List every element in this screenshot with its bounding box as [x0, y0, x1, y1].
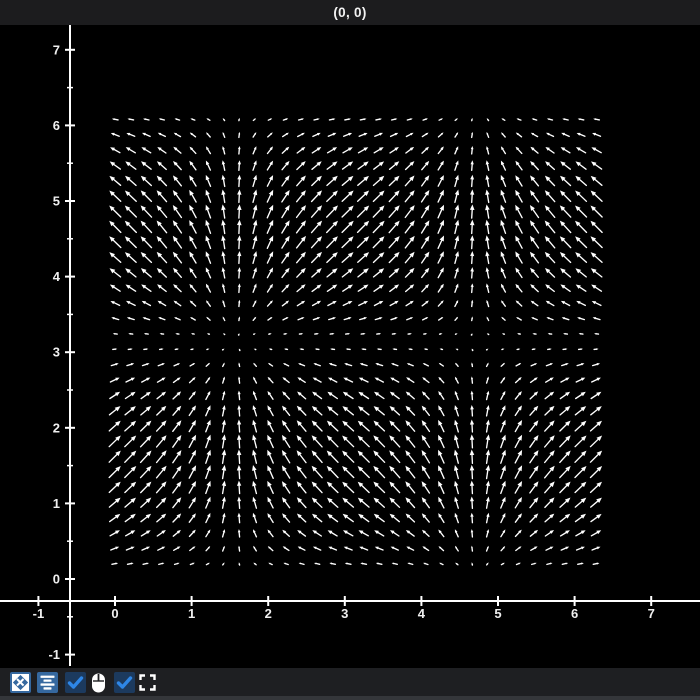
align-center-lines-icon	[37, 672, 58, 693]
svg-text:2: 2	[265, 606, 272, 621]
fullscreen-button[interactable]	[137, 672, 158, 693]
checkmark-icon	[65, 672, 86, 693]
toggle-checkbox-2[interactable]	[114, 671, 135, 693]
svg-text:-1: -1	[48, 647, 60, 662]
svg-text:3: 3	[53, 345, 60, 360]
bottom-strip	[0, 696, 700, 700]
mouse-icon	[88, 672, 109, 693]
mouse-mode-button[interactable]	[88, 672, 109, 693]
svg-text:0: 0	[53, 572, 60, 587]
svg-text:2: 2	[53, 420, 60, 435]
align-lines-button[interactable]	[37, 671, 58, 693]
fullscreen-corners-icon	[137, 672, 158, 693]
svg-text:7: 7	[53, 42, 60, 57]
svg-text:4: 4	[418, 606, 426, 621]
svg-text:6: 6	[571, 606, 578, 621]
vector-field-app: (0, 0) -1 0 1 2 3 4 5 6 7 -1 0 1 2 3 4 5 6 7	[0, 0, 700, 700]
svg-text:7: 7	[648, 606, 655, 621]
svg-text:5: 5	[494, 606, 501, 621]
svg-text:0: 0	[111, 606, 118, 621]
svg-text:5: 5	[53, 194, 60, 209]
checkmark-icon	[114, 672, 135, 693]
bottom-toolbar	[0, 668, 700, 696]
svg-text:1: 1	[188, 606, 195, 621]
vector-field-canvas[interactable]: -1 0 1 2 3 4 5 6 7 -1 0 1 2 3 4 5 6 7	[0, 0, 700, 700]
svg-text:3: 3	[341, 606, 348, 621]
svg-text:4: 4	[53, 269, 61, 284]
svg-text:-1: -1	[33, 606, 45, 621]
expand-arrows-icon	[10, 672, 31, 693]
svg-text:1: 1	[53, 496, 60, 511]
svg-text:6: 6	[53, 118, 60, 133]
fit-view-button[interactable]	[10, 671, 31, 693]
toggle-checkbox-1[interactable]	[65, 671, 86, 693]
